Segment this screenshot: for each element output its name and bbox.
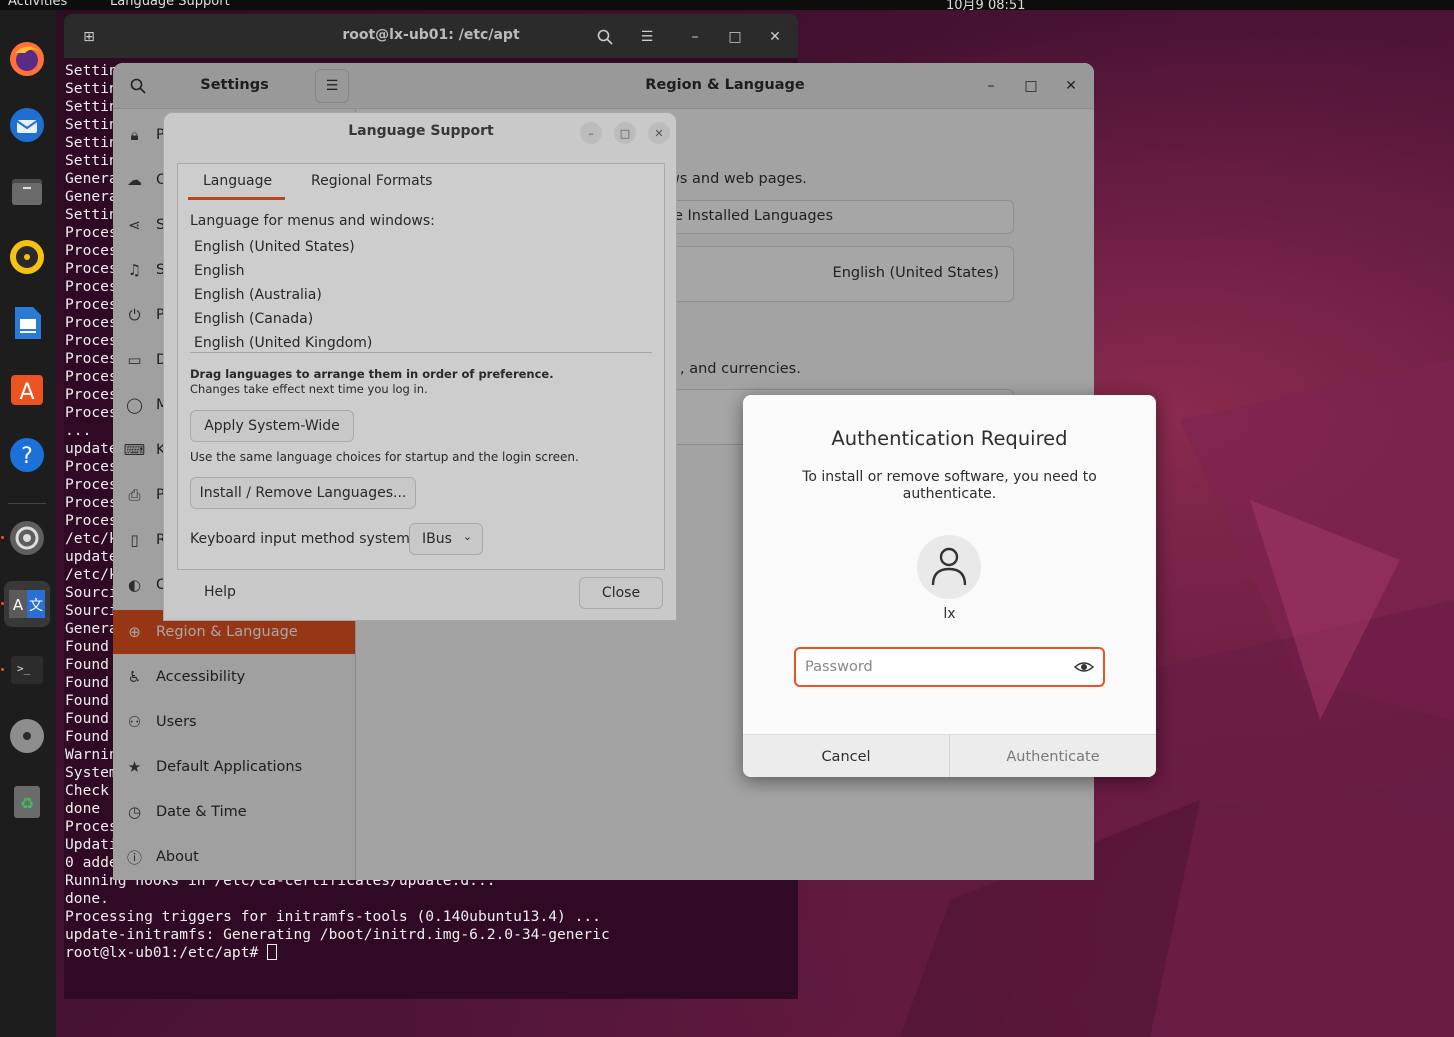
top-bar: Activities Language Support 10月9 08:51 bbox=[0, 0, 1454, 10]
terminal-line: done. bbox=[65, 890, 109, 907]
auth-username: lx bbox=[943, 606, 956, 622]
libreoffice-writer-icon[interactable] bbox=[4, 300, 50, 346]
settings-icon[interactable] bbox=[4, 515, 50, 561]
modal-dim-overlay bbox=[163, 112, 677, 621]
optical-drive-icon[interactable] bbox=[4, 713, 50, 759]
dock: A ? A文 >_ ♻ bbox=[0, 10, 56, 1037]
svg-text:A: A bbox=[19, 380, 34, 405]
maximize-icon[interactable]: □ bbox=[720, 22, 750, 52]
menu-icon[interactable]: ☰ bbox=[632, 22, 662, 52]
cancel-button[interactable]: Cancel bbox=[743, 735, 949, 777]
close-icon[interactable]: ✕ bbox=[760, 22, 790, 52]
show-password-icon[interactable] bbox=[1074, 658, 1094, 676]
clock[interactable]: 10月9 08:51 bbox=[946, 0, 1025, 10]
terminal-cursor bbox=[267, 944, 278, 960]
terminal-line: Processing triggers for initramfs-tools … bbox=[65, 908, 601, 925]
terminal-header: ⊞ root@lx-ub01: /etc/apt ☰ – □ ✕ bbox=[64, 14, 798, 58]
app-center-icon[interactable]: A bbox=[4, 366, 50, 412]
authenticate-button[interactable]: Authenticate bbox=[950, 735, 1156, 777]
terminal-icon[interactable]: >_ bbox=[4, 647, 50, 693]
language-support-icon[interactable]: A文 bbox=[4, 581, 50, 627]
svg-text:>_: >_ bbox=[17, 662, 31, 675]
trash-icon[interactable]: ♻ bbox=[4, 779, 50, 825]
authentication-dialog[interactable]: Authentication Required To install or re… bbox=[743, 395, 1156, 777]
running-indicator bbox=[1, 536, 4, 539]
svg-text:A: A bbox=[13, 596, 24, 614]
auth-title: Authentication Required bbox=[831, 427, 1068, 450]
files-icon[interactable] bbox=[4, 168, 50, 214]
search-icon[interactable] bbox=[590, 22, 620, 52]
svg-text:文: 文 bbox=[29, 598, 43, 614]
auth-message: To install or remove software, you need … bbox=[802, 469, 1097, 502]
svg-text:♻: ♻ bbox=[20, 794, 34, 813]
terminal-line: update-initramfs: Generating /boot/initr… bbox=[65, 926, 610, 943]
avatar bbox=[917, 535, 981, 599]
running-indicator bbox=[1, 602, 4, 605]
help-icon[interactable]: ? bbox=[4, 432, 50, 478]
activities-button[interactable]: Activities bbox=[8, 0, 67, 9]
terminal-line: root@lx-ub01:/etc/apt# bbox=[65, 944, 610, 962]
focused-app-name[interactable]: Language Support bbox=[110, 0, 230, 9]
dock-separator bbox=[8, 503, 46, 504]
user-icon bbox=[931, 547, 967, 586]
password-field[interactable] bbox=[794, 647, 1105, 687]
minimize-icon[interactable]: – bbox=[680, 22, 710, 52]
rhythmbox-icon[interactable] bbox=[4, 234, 50, 280]
firefox-icon[interactable] bbox=[4, 36, 50, 82]
running-indicator bbox=[1, 668, 4, 671]
auth-buttons: Cancel Authenticate bbox=[743, 734, 1156, 777]
password-input[interactable] bbox=[805, 657, 1065, 677]
thunderbird-icon[interactable] bbox=[4, 102, 50, 148]
svg-text:?: ? bbox=[21, 444, 33, 469]
